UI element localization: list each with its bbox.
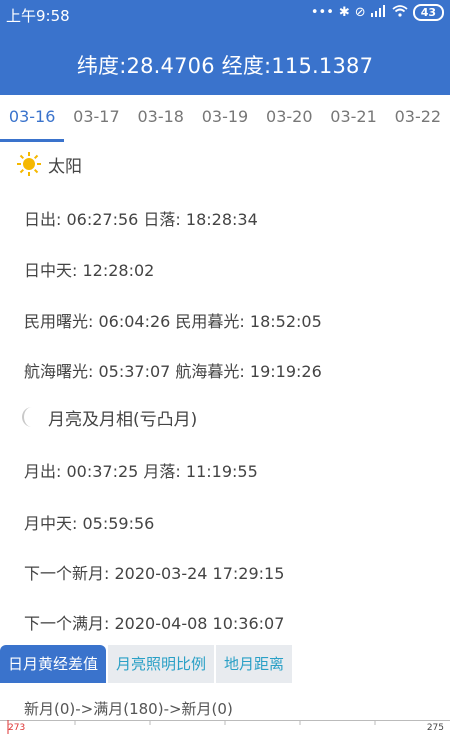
more-dots-icon: ••• — [310, 5, 334, 20]
sun-section-title: 太阳 — [48, 156, 82, 177]
chart-tabs: 日月黄经差值 月亮照明比例 地月距离 — [0, 645, 294, 683]
next-full-moon: 下一个满月: 2020-04-08 10:36:07 — [24, 614, 285, 633]
battery-icon: 43 — [412, 4, 444, 21]
sun-rise-set: 日出: 06:27:56 日落: 18:28:34 — [24, 210, 258, 229]
moon-section-header: 月亮及月相(亏凸月) — [16, 404, 197, 430]
tab-ecliptic-longitude-diff[interactable]: 日月黄经差值 — [0, 645, 107, 683]
coordinates-title: 纬度:28.4706 经度:115.1387 — [76, 54, 374, 78]
tab-date-03-17[interactable]: 03-17 — [64, 95, 128, 142]
tab-date-03-16[interactable]: 03-16 — [0, 95, 65, 142]
date-tabs: 03-16 03-17 03-18 03-19 03-20 03-21 03-22 — [0, 95, 450, 142]
tab-earth-moon-distance[interactable]: 地月距离 — [216, 645, 293, 683]
tab-date-03-21[interactable]: 03-21 — [321, 95, 385, 142]
wifi-icon — [392, 5, 408, 20]
ruler-right-value: 275 — [426, 723, 444, 733]
sun-section-header: 太阳 — [16, 151, 82, 177]
tab-date-03-22[interactable]: 03-22 — [386, 95, 450, 142]
moon-rise-set: 月出: 00:37:25 月落: 11:19:55 — [24, 462, 258, 481]
moon-phase-scale-label: 新月(0)->满月(180)->新月(0) — [24, 700, 233, 718]
sun-transit: 日中天: 12:28:02 — [24, 261, 155, 280]
status-icons: ••• ✱ ⊘ 43 — [311, 4, 444, 21]
status-bar: 上午9:58 ••• ✱ ⊘ 43 — [0, 0, 450, 28]
tab-date-03-18[interactable]: 03-18 — [129, 95, 193, 142]
phase-ruler — [0, 720, 450, 734]
signal-icon — [370, 5, 387, 20]
tab-date-03-20[interactable]: 03-20 — [257, 95, 321, 142]
moon-section-title: 月亮及月相(亏凸月) — [48, 409, 198, 430]
sun-civil-twilight: 民用曙光: 06:04:26 民用暮光: 18:52:05 — [24, 312, 322, 331]
sun-icon — [17, 152, 41, 176]
app-header: 上午9:58 ••• ✱ ⊘ 43 纬度:28.4706 经度:115.1387 — [0, 0, 450, 95]
next-new-moon: 下一个新月: 2020-03-24 17:29:15 — [24, 564, 285, 583]
moon-transit: 月中天: 05:59:56 — [24, 514, 155, 533]
alarm-off-icon: ⊘ — [354, 5, 366, 20]
status-time: 上午9:58 — [6, 7, 70, 25]
sun-nautical-twilight: 航海曙光: 05:37:07 航海暮光: 19:19:26 — [24, 362, 322, 381]
ruler-left-value: 273 — [8, 723, 26, 733]
tab-moon-illumination[interactable]: 月亮照明比例 — [108, 645, 215, 683]
bluetooth-icon: ✱ — [338, 5, 350, 20]
moon-icon — [22, 407, 32, 427]
tab-date-03-19[interactable]: 03-19 — [193, 95, 257, 142]
